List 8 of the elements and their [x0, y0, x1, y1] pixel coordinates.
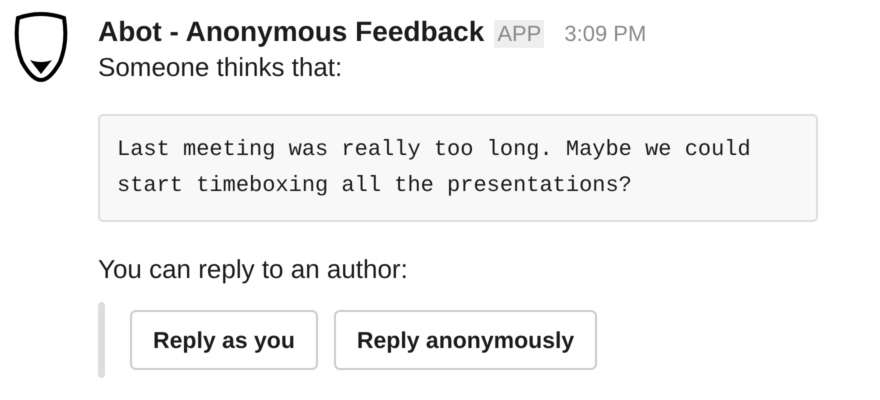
sender-name[interactable]: Abot - Anonymous Feedback — [98, 14, 484, 50]
reply-prompt: You can reply to an author: — [98, 253, 409, 286]
reply-button[interactable]: Reply as you — [130, 310, 318, 370]
quote-block: Last meeting was really too long. Maybe we could start timeboxing all the presentations? — [98, 114, 818, 222]
reply-button[interactable]: Reply anonymously — [334, 310, 598, 370]
avatar-icon — [12, 12, 70, 82]
message-text: Someone thinks that: — [98, 51, 344, 84]
app-badge: APP — [494, 20, 544, 48]
